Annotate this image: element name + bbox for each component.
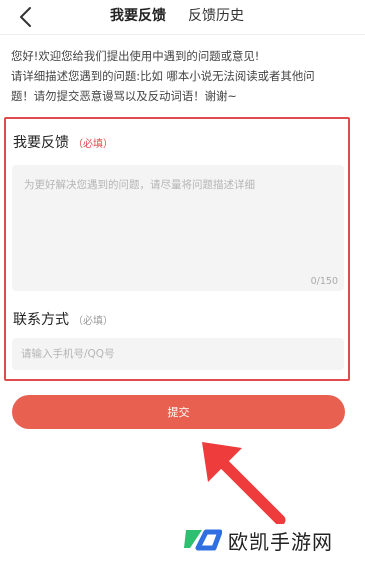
back-button[interactable] [12, 3, 40, 31]
required-tag: （必填） [73, 139, 113, 150]
annotation-arrow-icon [202, 442, 286, 524]
tab-feedback[interactable]: 我要反馈 [110, 7, 166, 25]
site-watermark: 欧凯手游网 [180, 520, 360, 560]
ouka-logo-icon [184, 529, 222, 551]
submit-button[interactable]: 提交 [12, 395, 345, 429]
chevron-left-icon [20, 7, 31, 27]
feedback-field-title: 我要反馈 （必填） [13, 132, 113, 152]
required-tag: （必填） [73, 316, 113, 327]
contact-field-title: 联系方式 （必填） [13, 309, 113, 329]
watermark-text: 欧凯手游网 [228, 530, 333, 554]
feedback-title-label: 我要反馈 [13, 135, 69, 151]
feedback-textarea-container: 0/150 [12, 165, 344, 291]
feedback-form-highlight: 我要反馈 （必填） 0/150 联系方式 （必填） [4, 117, 350, 381]
intro-line: 请详细描述您遇到的问题:比如 哪本小说无法阅读或者其他问 [11, 69, 315, 83]
intro-line: 题！请勿提交恶意谩骂以及反动词语！谢谢~ [11, 89, 237, 103]
contact-input-container [12, 338, 344, 370]
feedback-textarea[interactable] [12, 165, 344, 291]
header-bar: 我要反馈 反馈历史 [0, 0, 365, 35]
char-counter: 0/150 [310, 276, 338, 287]
feedback-page: 我要反馈 反馈历史 您好!欢迎您给我们提出使用中遇到的问题或意见! 请详细描述您… [0, 0, 365, 565]
intro-text: 您好!欢迎您给我们提出使用中遇到的问题或意见! 请详细描述您遇到的问题:比如 哪… [11, 46, 359, 106]
contact-title-label: 联系方式 [13, 312, 69, 328]
tab-feedback-history[interactable]: 反馈历史 [188, 7, 244, 25]
intro-line: 您好!欢迎您给我们提出使用中遇到的问题或意见! [11, 49, 260, 63]
contact-input[interactable] [12, 338, 344, 370]
